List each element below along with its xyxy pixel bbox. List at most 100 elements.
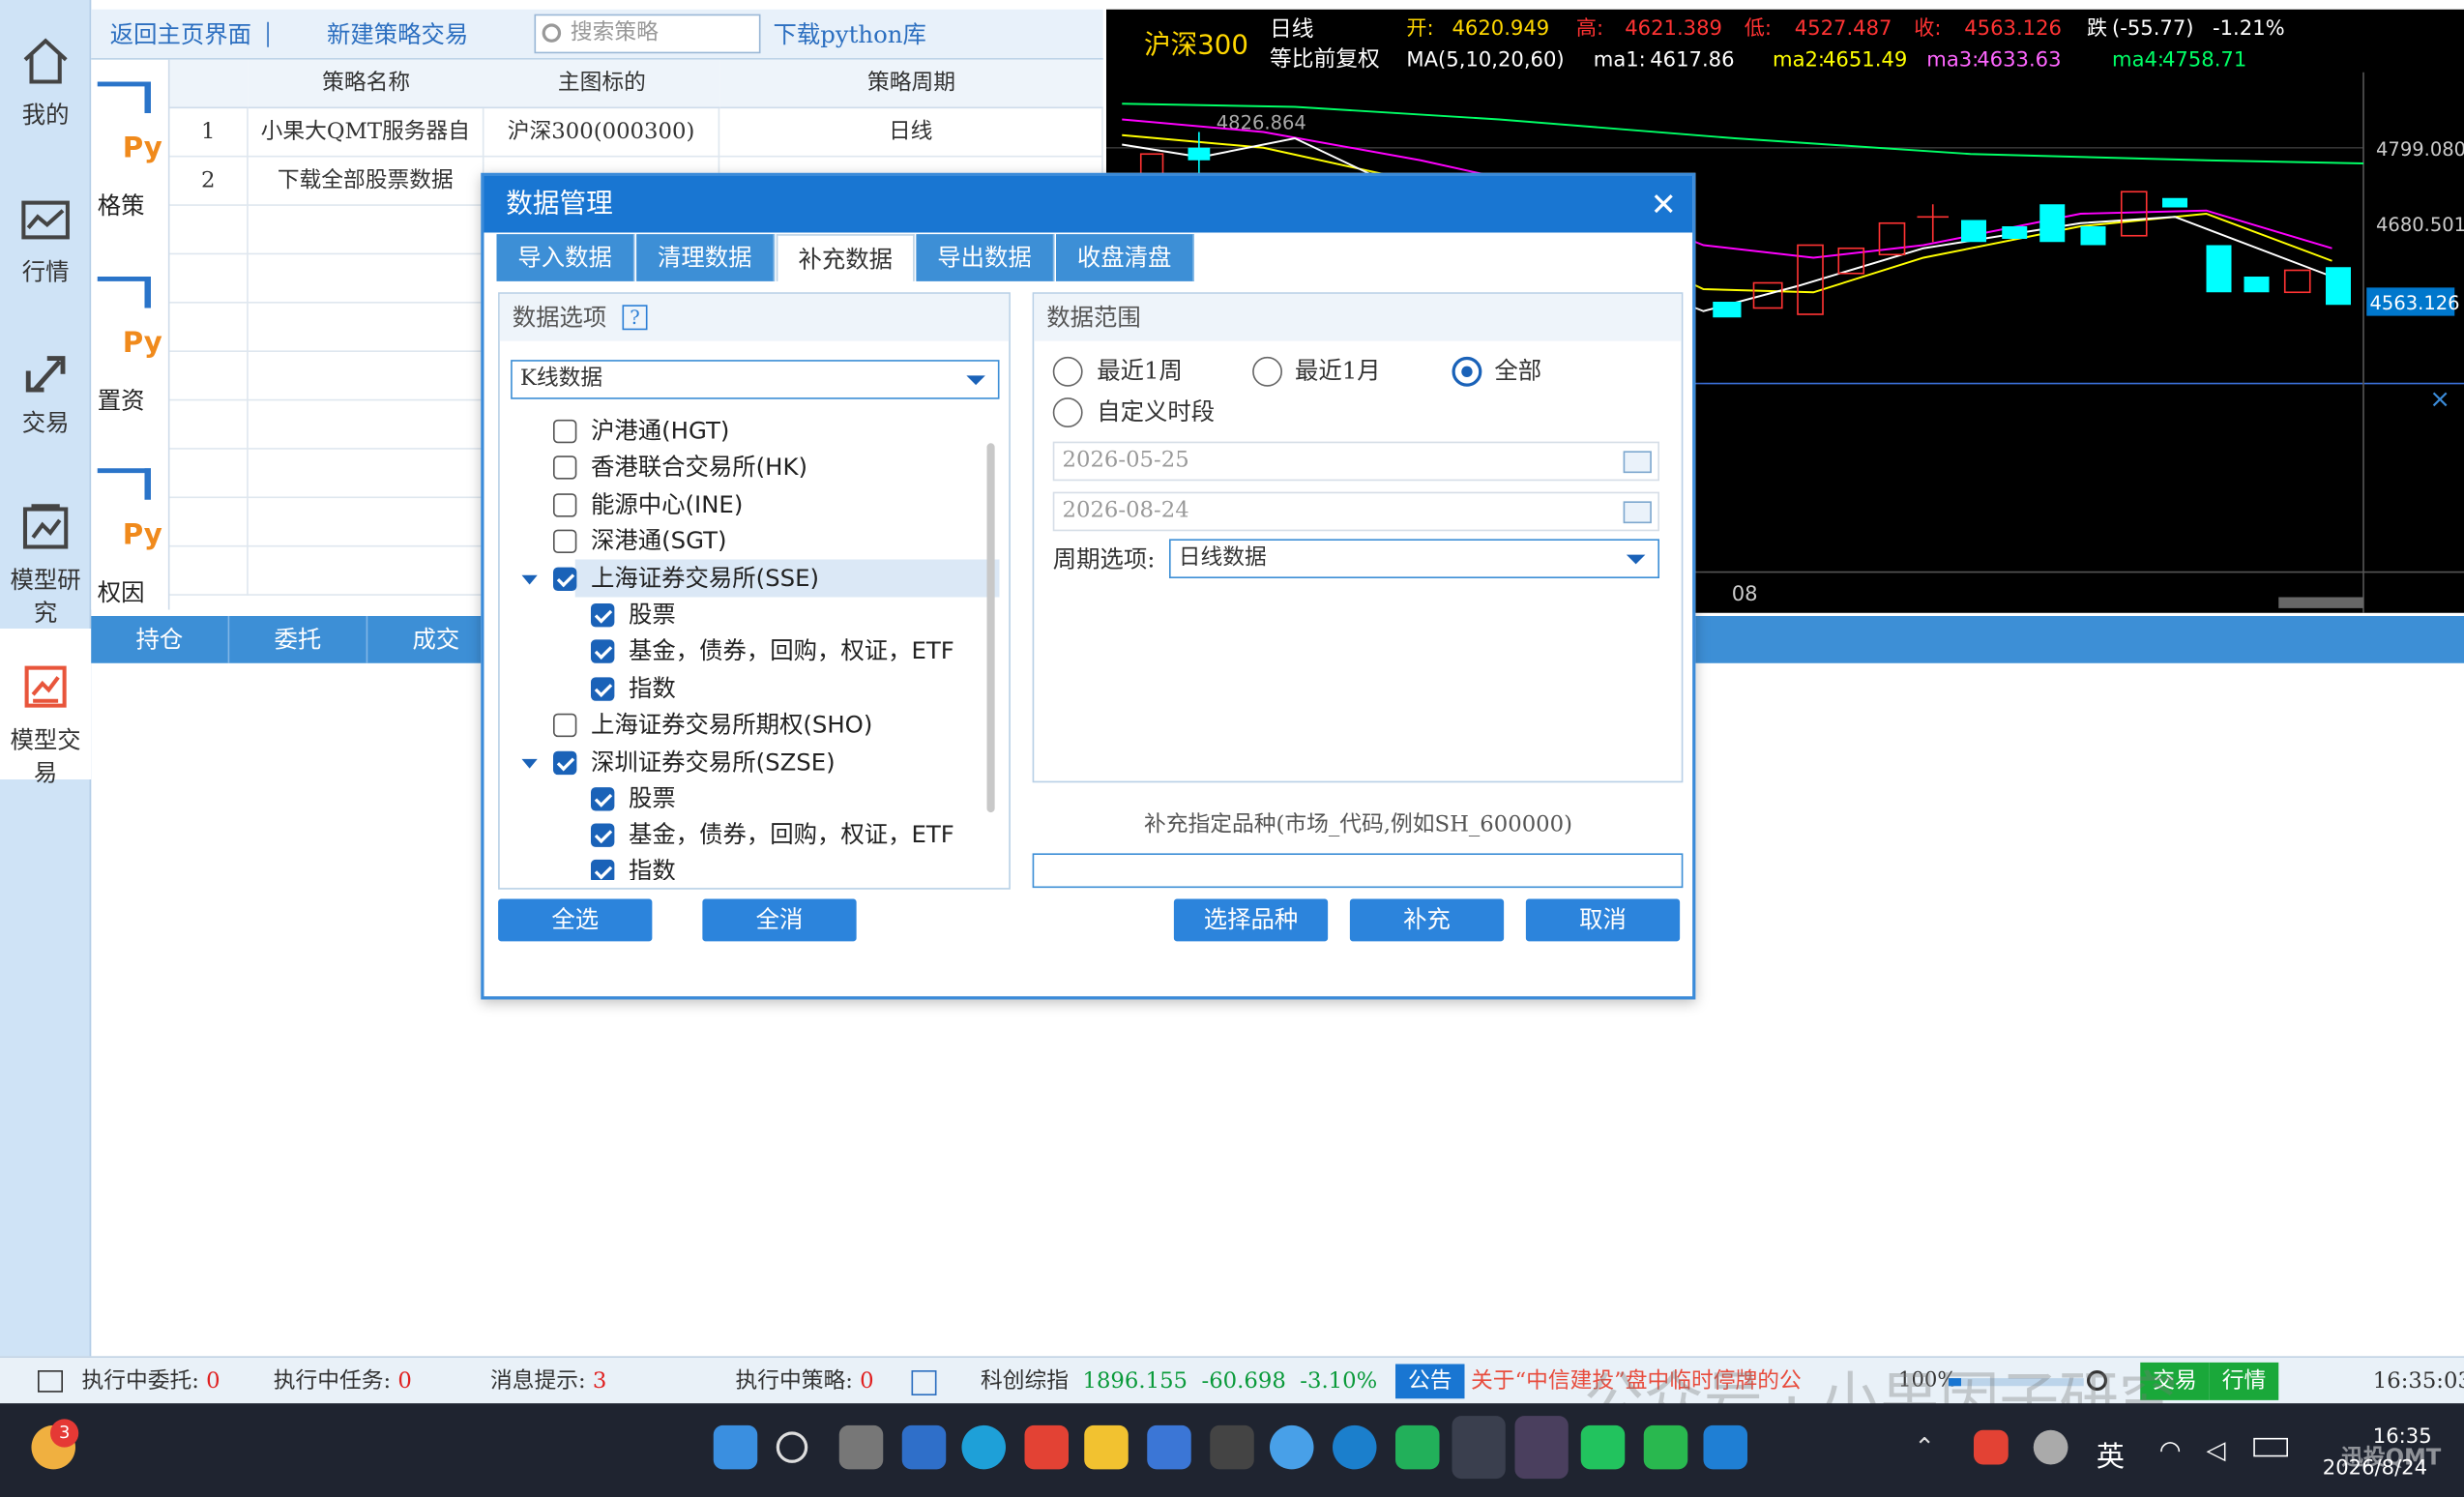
col-header-name[interactable]: 策略名称 <box>248 59 484 109</box>
strategy-card[interactable]: Py 权因 <box>97 453 163 610</box>
wechat-icon[interactable] <box>1580 1424 1626 1470</box>
start-date-input[interactable]: 2026-05-25 <box>1052 441 1659 482</box>
tree-item-szse-index[interactable]: 指数 <box>591 853 676 880</box>
notice-tag[interactable]: 公告 <box>1395 1364 1465 1399</box>
help-icon[interactable]: ? <box>622 305 648 331</box>
checkbox[interactable] <box>553 419 577 444</box>
tree-item-szse-stock[interactable]: 股票 <box>591 781 676 817</box>
calendar-icon[interactable] <box>1623 451 1652 474</box>
status-tasks[interactable]: 执行中任务: 0 <box>274 1358 412 1405</box>
checkbox[interactable] <box>591 859 615 880</box>
app-green-icon[interactable] <box>1395 1424 1440 1470</box>
nav-item-trade[interactable]: 交易 <box>0 349 91 439</box>
kline-type-select[interactable]: K线数据 <box>511 360 1000 399</box>
store-icon[interactable] <box>1147 1424 1191 1470</box>
period-select[interactable]: 日线数据 <box>1169 539 1659 578</box>
cancel-button[interactable]: 取消 <box>1525 898 1681 942</box>
radio-all-label[interactable]: 全部 <box>1494 357 1541 387</box>
radio-last-month-label[interactable]: 最近1月 <box>1295 357 1381 387</box>
market-mode-button[interactable]: 行情 <box>2209 1362 2279 1400</box>
expand-arrow-icon[interactable] <box>521 574 538 585</box>
tree-item-ine[interactable]: 能源中心(INE) <box>553 487 743 523</box>
checkbox[interactable] <box>591 603 615 628</box>
radio-custom-label[interactable]: 自定义时段 <box>1097 397 1215 427</box>
expand-arrow-icon[interactable] <box>521 758 538 769</box>
browser-icon[interactable] <box>1270 1424 1314 1470</box>
mail-icon[interactable] <box>901 1424 947 1470</box>
folder-icon[interactable] <box>1084 1424 1129 1470</box>
tab-export[interactable]: 导出数据 <box>916 234 1055 281</box>
tree-item-hk[interactable]: 香港联合交易所(HK) <box>553 450 807 485</box>
back-home-button[interactable]: 返回主页界面 <box>110 10 251 60</box>
status-strategies[interactable]: 执行中策略: 0 <box>736 1358 874 1405</box>
nav-item-mine[interactable]: 我的 <box>0 35 91 131</box>
volume-icon[interactable]: ◁ <box>2207 1435 2226 1465</box>
tab-clean[interactable]: 清理数据 <box>636 234 776 281</box>
checkbox[interactable] <box>553 529 577 553</box>
qmt-app-icon[interactable] <box>1452 1416 1506 1480</box>
tray-wps-icon[interactable] <box>1974 1429 2009 1465</box>
nav-item-market[interactable]: 行情 <box>0 198 91 288</box>
tree-item-sgt[interactable]: 深港通(SGT) <box>553 523 727 559</box>
download-python-button[interactable]: 下载python库 <box>774 10 926 60</box>
nav-item-model-trade[interactable]: 模型交易 <box>0 629 92 787</box>
choose-symbol-button[interactable]: 选择品种 <box>1173 898 1329 942</box>
checkbox[interactable] <box>553 713 577 738</box>
radio-custom[interactable] <box>1052 397 1083 427</box>
checkbox[interactable] <box>553 493 577 517</box>
edge-icon[interactable] <box>961 1424 1006 1470</box>
close-icon[interactable]: ✕ <box>1651 176 1677 233</box>
strategy-search-input[interactable]: 搜索策略 <box>534 14 761 54</box>
vscode-icon[interactable] <box>1703 1424 1747 1470</box>
tab-positions[interactable]: 持仓 <box>91 616 230 663</box>
radio-last-week[interactable] <box>1052 356 1083 387</box>
chart-close-icon[interactable]: × <box>2429 385 2450 414</box>
tab-import[interactable]: 导入数据 <box>496 234 635 281</box>
col-header-target[interactable]: 主图标的 <box>484 59 720 109</box>
tree-item-sse-fund[interactable]: 基金，债券，回购，权证，ETF <box>591 633 954 669</box>
tray-expand-icon[interactable]: ⌃ <box>1914 1431 1935 1461</box>
supplement-button[interactable]: 补充 <box>1349 898 1505 942</box>
new-strategy-button[interactable]: 新建策略交易 <box>327 10 468 60</box>
calendar-icon[interactable] <box>1623 501 1652 524</box>
tree-item-sse[interactable]: 上海证券交易所(SSE) <box>521 561 819 597</box>
active-app-icon[interactable] <box>1514 1416 1569 1480</box>
tree-item-szse[interactable]: 深圳证券交易所(SZSE) <box>521 745 836 780</box>
tray-cloud-icon[interactable] <box>2033 1429 2068 1465</box>
ime-indicator[interactable]: 英 <box>2097 1435 2125 1476</box>
tree-scrollbar[interactable] <box>986 443 995 813</box>
wps-icon[interactable] <box>1024 1424 1069 1470</box>
chart-scrollbar[interactable] <box>2278 597 2363 608</box>
tree-item-szse-fund[interactable]: 基金，债券，回购，权证，ETF <box>591 817 954 853</box>
tree-item-sse-index[interactable]: 指数 <box>591 671 676 707</box>
tree-item-sse-stock[interactable]: 股票 <box>591 598 676 633</box>
col-header-period[interactable]: 策略周期 <box>719 59 1103 109</box>
checkbox[interactable] <box>553 455 577 480</box>
radio-last-week-label[interactable]: 最近1周 <box>1097 357 1183 387</box>
select-all-button[interactable]: 全选 <box>498 898 653 942</box>
checkbox[interactable] <box>591 823 615 847</box>
edge-alt-icon[interactable] <box>1333 1424 1377 1470</box>
radio-all[interactable] <box>1452 356 1482 387</box>
start-icon[interactable] <box>713 1424 758 1470</box>
checkbox[interactable] <box>553 750 577 776</box>
status-messages[interactable]: 消息提示: 3 <box>490 1358 606 1405</box>
strategy-monitor-icon[interactable] <box>911 1370 937 1395</box>
tab-closing[interactable]: 收盘清盘 <box>1056 234 1194 281</box>
tab-orders[interactable]: 委托 <box>229 616 368 663</box>
tree-item-sho[interactable]: 上海证券交易所期权(SHO) <box>553 707 872 743</box>
battery-icon[interactable] <box>2253 1437 2288 1457</box>
deselect-all-button[interactable]: 全消 <box>702 898 857 942</box>
checkbox[interactable] <box>553 567 577 591</box>
status-pending-orders[interactable]: 执行中委托: 0 <box>82 1358 220 1405</box>
task-view-icon[interactable] <box>838 1424 884 1470</box>
strategy-card[interactable]: Py 格策 <box>97 66 163 243</box>
chat-icon[interactable] <box>1643 1424 1688 1470</box>
end-date-input[interactable]: 2026-08-24 <box>1052 491 1659 532</box>
checkbox[interactable] <box>591 639 615 663</box>
search-icon[interactable] <box>776 1431 808 1463</box>
checkbox[interactable] <box>591 787 615 811</box>
specify-symbol-input[interactable] <box>1032 853 1684 889</box>
strategy-card[interactable]: Py 置资 <box>97 260 163 437</box>
app-icon[interactable] <box>1210 1424 1254 1470</box>
